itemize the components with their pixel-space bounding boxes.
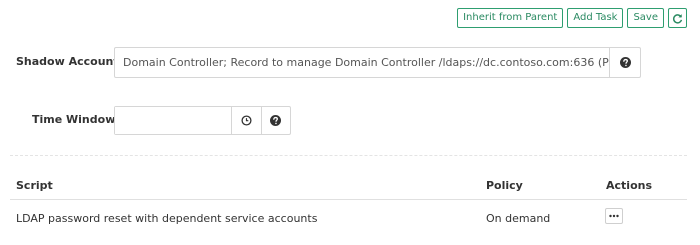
time-window-label: Time Window — [32, 113, 116, 126]
shadow-account-group: Domain Controller; Record to manage Doma… — [114, 47, 641, 78]
row-policy-cell: On demand — [486, 212, 551, 225]
time-window-help-button[interactable] — [260, 107, 291, 134]
toolbar: Inherit from Parent Add Task Save — [457, 8, 687, 28]
time-window-clock-button[interactable] — [231, 107, 261, 134]
table-header-divider — [10, 199, 687, 200]
shadow-account-field[interactable]: Domain Controller; Record to manage Doma… — [115, 48, 609, 77]
ellipsis-icon — [609, 214, 619, 218]
shadow-account-help-button[interactable] — [609, 48, 640, 77]
section-divider — [10, 155, 687, 156]
help-icon — [270, 115, 282, 126]
shadow-account-label: Shadow Account — [16, 55, 119, 68]
row-script-cell: LDAP password reset with dependent servi… — [16, 212, 318, 225]
time-window-group — [114, 106, 291, 135]
row-actions-button[interactable] — [605, 208, 623, 224]
column-header-policy: Policy — [486, 179, 523, 192]
time-window-input[interactable] — [115, 107, 231, 134]
clock-icon — [241, 115, 252, 126]
column-header-actions: Actions — [606, 179, 652, 192]
inherit-from-parent-button[interactable]: Inherit from Parent — [457, 8, 564, 28]
add-task-button[interactable]: Add Task — [567, 8, 624, 28]
save-button[interactable]: Save — [627, 8, 664, 28]
refresh-button[interactable] — [668, 8, 687, 28]
column-header-script: Script — [16, 179, 53, 192]
help-icon — [619, 57, 631, 68]
refresh-icon — [672, 13, 683, 24]
